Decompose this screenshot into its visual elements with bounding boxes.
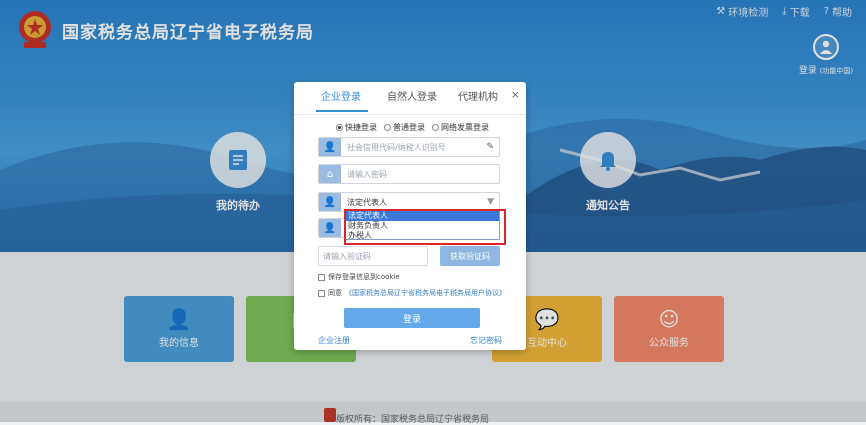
get-captcha-button[interactable]: 获取验证码 xyxy=(440,246,500,266)
login-tabs: 企业登录 自然人登录 代理机构 xyxy=(294,88,526,115)
active-tab-indicator xyxy=(316,110,368,112)
edit-icon[interactable]: ✎ xyxy=(486,142,499,152)
taxid-field[interactable]: 👤 社会信用代码/纳税人识别号 ✎ xyxy=(318,137,500,157)
tab-enterprise-login[interactable]: 企业登录 xyxy=(321,88,361,103)
save-cookie-checkbox[interactable]: 保存登录信息到cookie xyxy=(318,272,400,282)
user-icon: 👤 xyxy=(319,219,341,237)
agree-checkbox[interactable]: 同意 《国家税务总局辽宁省税务局电子税务局用户协议》 xyxy=(318,288,506,298)
radio-invoice-login[interactable]: 网络发票登录 xyxy=(432,122,489,133)
lock-icon: ⌂ xyxy=(319,165,341,183)
tabs-divider xyxy=(294,114,526,115)
tab-agency[interactable]: 代理机构 xyxy=(458,88,498,103)
chevron-down-icon: ▼ xyxy=(487,197,494,207)
radio-normal-login[interactable]: 普通登录 xyxy=(384,122,425,133)
user-icon: 👤 xyxy=(319,138,341,156)
tab-natural-person-login[interactable]: 自然人登录 xyxy=(387,88,437,103)
agreement-link[interactable]: 《国家税务总局辽宁省税务局电子税务局用户协议》 xyxy=(345,288,506,298)
login-mode-radios: 快捷登录 普通登录 网络发票登录 xyxy=(336,122,489,133)
captcha-input[interactable]: 请输入验证码 xyxy=(318,246,428,266)
forgot-password-link[interactable]: 忘记密码 xyxy=(470,335,502,346)
password-field[interactable]: ⌂ 请输入密码 xyxy=(318,164,500,184)
close-icon[interactable]: × xyxy=(511,88,520,101)
register-link[interactable]: 企业注册 xyxy=(318,335,350,346)
user-icon: 👤 xyxy=(319,193,341,211)
highlight-annotation-box xyxy=(344,209,506,245)
radio-quick-login[interactable]: 快捷登录 xyxy=(336,122,377,133)
login-button[interactable]: 登录 xyxy=(344,308,480,328)
